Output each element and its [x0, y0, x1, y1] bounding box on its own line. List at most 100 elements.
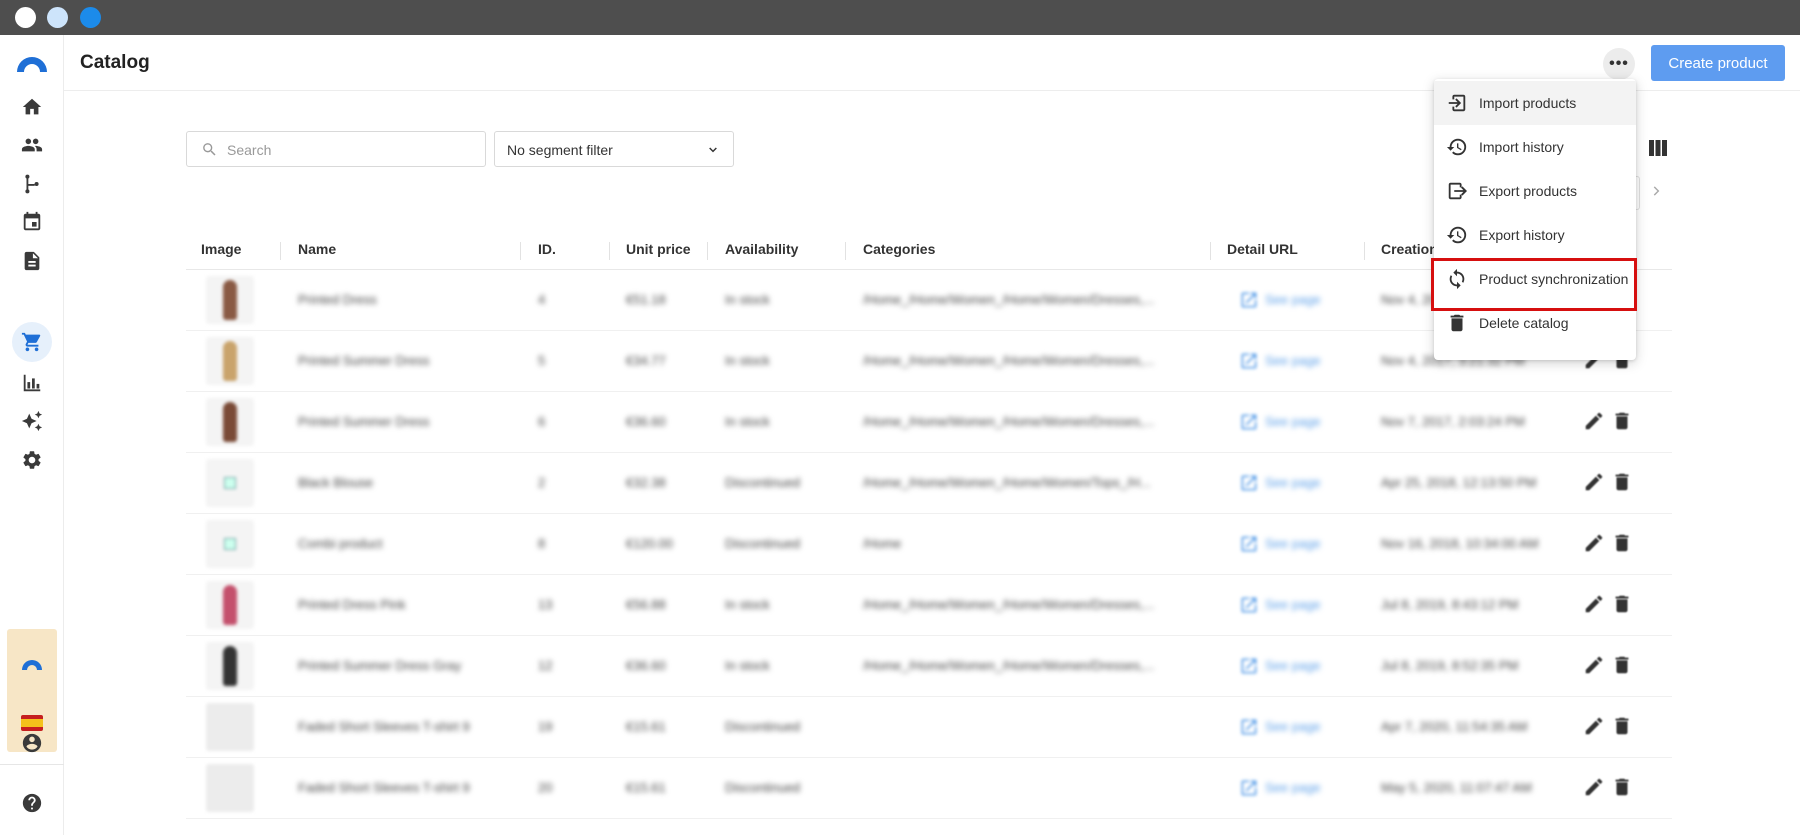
cell-detail-url[interactable]: See page — [1265, 780, 1321, 795]
table-row[interactable]: Faded Short Sleeves T-shirt 9 20 €15.61 Dis… — [186, 758, 1672, 819]
spain-flag-icon[interactable] — [21, 715, 43, 731]
app-logo-icon[interactable] — [15, 53, 49, 73]
row-actions — [1583, 715, 1643, 739]
trash-icon[interactable] — [1611, 776, 1633, 798]
edit-icon[interactable] — [1583, 471, 1605, 493]
column-header-detail-url[interactable]: Detail URL — [1227, 241, 1298, 257]
help-icon[interactable] — [20, 791, 44, 815]
sparkle-icon[interactable] — [20, 409, 44, 433]
table-row[interactable]: Faded Short Sleeves T-shirt 9 19 €15.61 Dis… — [186, 697, 1672, 758]
settings-icon[interactable] — [20, 448, 44, 472]
cell-unit-price: €51.18 — [626, 292, 666, 307]
trash-icon[interactable] — [1611, 715, 1633, 737]
menu-item-export-products[interactable]: Export products — [1434, 169, 1636, 213]
flows-icon[interactable] — [20, 172, 44, 196]
window-titlebar — [0, 0, 1800, 35]
trash-icon[interactable] — [1611, 471, 1633, 493]
external-link-icon[interactable] — [1239, 290, 1259, 310]
external-link-icon[interactable] — [1239, 595, 1259, 615]
row-actions — [1583, 654, 1643, 678]
menu-item-import-history[interactable]: Import history — [1434, 125, 1636, 169]
sidebar-divider — [0, 764, 64, 765]
external-link-icon[interactable] — [1239, 656, 1259, 676]
column-header-categories[interactable]: Categories — [863, 241, 935, 257]
home-icon[interactable] — [20, 95, 44, 119]
history-icon — [1446, 138, 1467, 156]
more-options-button[interactable]: ••• — [1603, 48, 1635, 80]
account-icon[interactable] — [20, 731, 44, 755]
external-link-icon[interactable] — [1239, 412, 1259, 432]
columns-icon[interactable] — [1649, 140, 1667, 156]
external-link-icon[interactable] — [1239, 534, 1259, 554]
cell-id: 12 — [538, 658, 553, 673]
cell-id: 2 — [538, 475, 546, 490]
column-header-availability[interactable]: Availability — [725, 241, 798, 257]
cell-unit-price: €15.61 — [626, 719, 666, 734]
cell-availability: Discontinued — [725, 536, 801, 551]
cell-creation-date: Jul 8, 2019, 8:52:35 PM — [1381, 658, 1519, 673]
column-header-id[interactable]: ID. — [538, 241, 556, 257]
product-thumbnail — [206, 764, 254, 812]
document-icon[interactable] — [20, 249, 44, 273]
cell-availability: In stock — [725, 353, 770, 368]
cell-creation-date: May 5, 2020, 11:07:47 AM — [1381, 780, 1532, 795]
cell-id: 8 — [538, 536, 546, 551]
cell-creation-date: Nov 7, 2017, 2:03:24 PM — [1381, 414, 1525, 429]
edit-icon[interactable] — [1583, 715, 1605, 737]
column-header-image[interactable]: Image — [201, 241, 241, 257]
external-link-icon[interactable] — [1239, 717, 1259, 737]
cell-availability: Discontinued — [725, 475, 801, 490]
table-row[interactable]: Printed Dress Pink 13 €56.88 In stock/Home_… — [186, 575, 1672, 636]
table-row[interactable]: Combi product 8 €120.00 Discontinued/Home Se… — [186, 514, 1672, 575]
cell-unit-price: €32.38 — [626, 475, 666, 490]
cell-detail-url[interactable]: See page — [1265, 719, 1321, 734]
calendar-icon[interactable] — [20, 210, 44, 234]
cell-detail-url[interactable]: See page — [1265, 475, 1321, 490]
column-header-unit-price[interactable]: Unit price — [626, 241, 691, 257]
partner-logo-icon — [22, 660, 42, 670]
edit-icon[interactable] — [1583, 532, 1605, 554]
window-close-dot[interactable] — [15, 7, 36, 28]
menu-item-export-history[interactable]: Export history — [1434, 213, 1636, 257]
trash-icon[interactable] — [1611, 593, 1633, 615]
external-link-icon[interactable] — [1239, 473, 1259, 493]
external-link-icon[interactable] — [1239, 351, 1259, 371]
window-minimize-dot[interactable] — [47, 7, 68, 28]
column-header-creation[interactable]: Creation — [1381, 241, 1438, 257]
cell-detail-url[interactable]: See page — [1265, 353, 1321, 368]
cell-categories: /Home_/Home/Women_/Home/Women/Dresses,..… — [863, 353, 1155, 368]
search-icon — [203, 143, 216, 156]
edit-icon[interactable] — [1583, 776, 1605, 798]
cell-id: 6 — [538, 414, 546, 429]
window-maximize-dot[interactable] — [80, 7, 101, 28]
external-link-icon[interactable] — [1239, 778, 1259, 798]
cart-icon[interactable] — [20, 330, 44, 354]
create-product-button[interactable]: Create product — [1651, 45, 1785, 81]
trash-icon[interactable] — [1611, 654, 1633, 676]
cell-id: 4 — [538, 292, 546, 307]
search-field[interactable] — [186, 131, 486, 167]
cell-creation-date: Apr 25, 2018, 12:13:50 PM — [1381, 475, 1537, 490]
edit-icon[interactable] — [1583, 410, 1605, 432]
chevron-right-icon[interactable] — [1649, 184, 1663, 198]
edit-icon[interactable] — [1583, 593, 1605, 615]
table-row[interactable]: Black Blouse 2 €32.38 Discontinued/Home_/Ho… — [186, 453, 1672, 514]
cell-detail-url[interactable]: See page — [1265, 597, 1321, 612]
stats-icon[interactable] — [20, 371, 44, 395]
search-input[interactable] — [227, 139, 467, 161]
cell-detail-url[interactable]: See page — [1265, 414, 1321, 429]
cell-detail-url[interactable]: See page — [1265, 292, 1321, 307]
menu-item-import-products[interactable]: Import products — [1434, 81, 1636, 125]
contacts-icon[interactable] — [20, 133, 44, 157]
cell-detail-url[interactable]: See page — [1265, 658, 1321, 673]
trash-icon[interactable] — [1611, 410, 1633, 432]
import-icon — [1448, 94, 1466, 112]
product-thumbnail — [206, 398, 254, 446]
trash-icon[interactable] — [1611, 532, 1633, 554]
cell-detail-url[interactable]: See page — [1265, 536, 1321, 551]
table-row[interactable]: Printed Summer Dress Gray 12 €36.60 In stoc… — [186, 636, 1672, 697]
column-header-name[interactable]: Name — [298, 241, 336, 257]
table-row[interactable]: Printed Summer Dress 6 €36.60 In stock/Home… — [186, 392, 1672, 453]
edit-icon[interactable] — [1583, 654, 1605, 676]
segment-filter-select[interactable]: No segment filter — [494, 131, 734, 167]
